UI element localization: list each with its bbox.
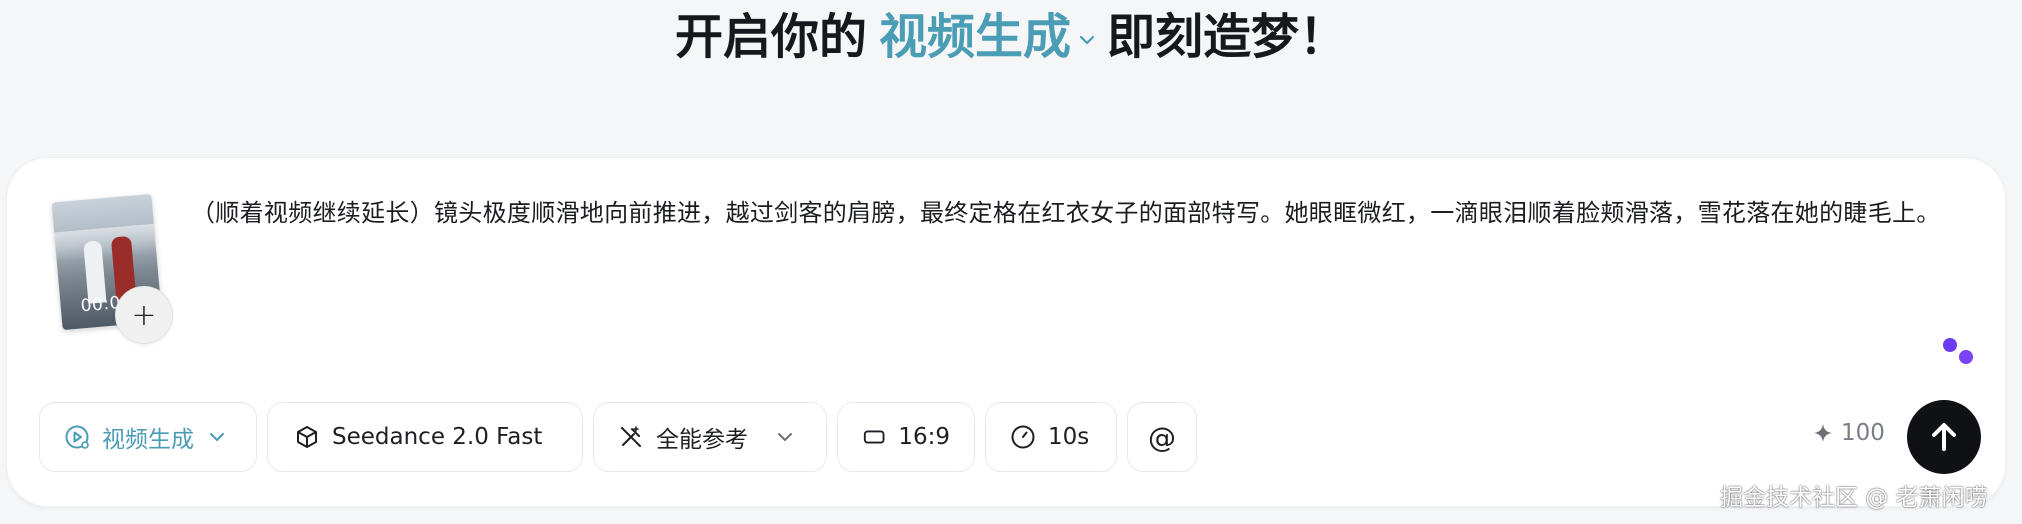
mention-button[interactable]: @: [1127, 402, 1197, 472]
send-button[interactable]: [1907, 400, 1981, 474]
headline-suffix: 即刻造梦！: [1107, 9, 1348, 65]
credits-indicator: 100: [1813, 420, 1885, 446]
page-headline: 开启你的 视频生成 即刻造梦！: [0, 4, 2022, 70]
headline-mode-selector[interactable]: 视频生成: [879, 4, 1095, 70]
reference-label: 全能参考: [656, 427, 748, 453]
dot-icon: [1943, 338, 1957, 352]
aspect-ratio-button[interactable]: 16:9: [837, 402, 975, 472]
video-generate-icon: [65, 425, 89, 449]
headline-prefix: 开启你的: [674, 9, 867, 65]
magic-edit-icon: [621, 426, 641, 447]
duration-label: 10s: [1048, 424, 1090, 450]
aspect-ratio-label: 16:9: [898, 424, 950, 450]
chevron-down-icon: [1079, 35, 1095, 45]
prompt-input[interactable]: （顺着视频继续延长）镜头极度顺滑地向前推进，越过剑客的肩膀，最终定格在红衣女子的…: [191, 188, 1979, 238]
attachment-area: 00:0 +: [51, 193, 175, 344]
chevron-down-icon: [778, 433, 792, 441]
clock-icon: [1011, 425, 1035, 449]
add-attachment-button[interactable]: +: [115, 286, 173, 344]
duration-button[interactable]: 10s: [985, 402, 1117, 472]
aspect-ratio-icon: [863, 430, 885, 444]
model-label: Seedance 2.0 Fast: [332, 424, 543, 450]
at-icon: @: [1148, 420, 1176, 454]
reference-mode-button[interactable]: 全能参考: [593, 402, 827, 472]
prompt-toolbar: 视频生成 Seedance 2.0 Fast 全能参考 16:9 10s @: [39, 402, 1197, 474]
sparkle-icon: [1814, 424, 1832, 442]
chevron-down-icon: [210, 433, 224, 441]
mode-select-button[interactable]: 视频生成: [39, 402, 257, 472]
arrow-up-icon: [1932, 423, 1956, 451]
plus-icon: +: [131, 297, 157, 333]
model-select-button[interactable]: Seedance 2.0 Fast: [267, 402, 583, 472]
credits-value: 100: [1841, 420, 1885, 446]
watermark: 掘金技术社区 @ 老萧闲唠: [1720, 485, 1988, 511]
headline-mode-label: 视频生成: [878, 9, 1071, 65]
thumbnail-mist: [54, 223, 157, 263]
cube-icon: [297, 426, 317, 448]
dot-icon: [1959, 350, 1973, 364]
prompt-card: 00:0 + （顺着视频继续延长）镜头极度顺滑地向前推进，越过剑客的肩膀，最终定…: [6, 157, 2006, 507]
mode-label: 视频生成: [102, 427, 194, 453]
loading-dots-icon: [1935, 338, 1975, 378]
